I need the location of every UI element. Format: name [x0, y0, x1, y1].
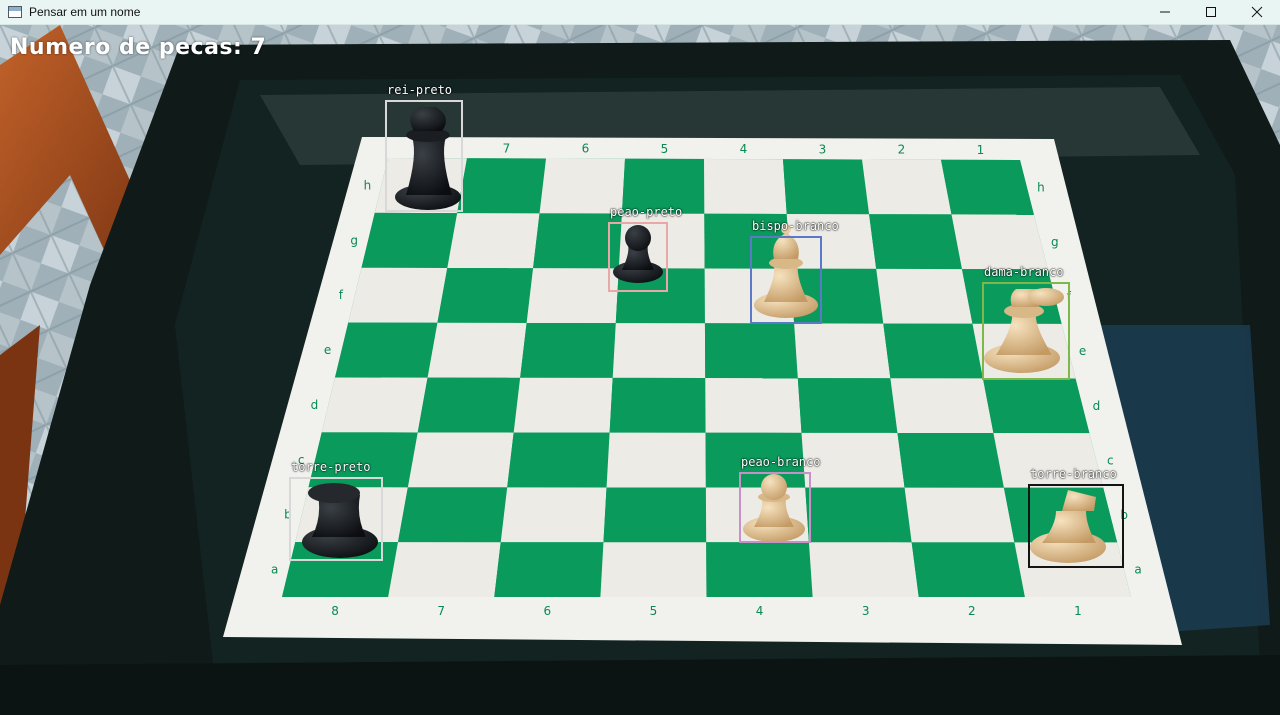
board-square	[500, 487, 607, 543]
board-square	[808, 542, 919, 597]
board-square	[612, 323, 706, 378]
detection-box-white-bishop	[750, 236, 822, 324]
board-square	[897, 432, 1004, 488]
detection-label-white-rook: torre-branco	[1030, 467, 1117, 481]
chess-board: 8765432187654321hgfedcbahgfedcba	[223, 137, 1182, 645]
board-square	[507, 432, 610, 488]
board-bottom-label: 3	[862, 604, 870, 618]
board-right-label: e	[1079, 344, 1086, 358]
piece-count-text: Numero de pecas: 7	[10, 35, 267, 60]
board-square	[706, 542, 813, 597]
board-right-label: a	[1134, 563, 1141, 577]
board-square	[704, 323, 798, 379]
board-top-label: 5	[661, 142, 669, 156]
board-square	[951, 214, 1048, 270]
minimize-button[interactable]	[1142, 0, 1188, 24]
detection-label-black-pawn: peao-preto	[610, 205, 683, 219]
board-top-label: 3	[819, 142, 827, 156]
board-bottom-label: 4	[756, 604, 764, 618]
detection-label-black-rook: torre-preto	[291, 460, 371, 474]
board-square	[883, 323, 983, 379]
title-bar[interactable]: Pensar em um nome	[0, 0, 1280, 25]
window-controls	[1142, 0, 1280, 24]
table-leg-bottom	[0, 655, 1280, 715]
board-square	[397, 487, 508, 543]
detection-box-white-rook	[1028, 484, 1124, 568]
board-square	[437, 267, 534, 323]
board-square	[427, 322, 527, 378]
board-bottom-label: 6	[543, 604, 551, 618]
window-title: Pensar em um nome	[29, 5, 141, 19]
board-square	[388, 542, 501, 597]
maximize-icon	[1206, 7, 1216, 17]
board-right-label: c	[1107, 453, 1114, 467]
board-bottom-label: 1	[1074, 604, 1082, 618]
board-square	[797, 378, 898, 433]
camera-view: 8765432187654321hgfedcbahgfedcba	[0, 25, 1280, 715]
board-square	[890, 378, 994, 434]
maximize-button[interactable]	[1188, 0, 1234, 24]
detection-box-black-rook	[289, 477, 383, 561]
board-top-label: 1	[977, 143, 985, 157]
board-left-label: a	[271, 563, 278, 577]
board-square	[805, 487, 912, 543]
board-top-label: 2	[898, 143, 906, 157]
detection-label-white-bishop: bispo-branco	[752, 219, 839, 233]
board-square	[407, 432, 514, 488]
detection-label-black-king: rei-preto	[387, 83, 453, 97]
board-square	[704, 159, 787, 214]
board-square	[417, 377, 521, 433]
board-square	[904, 487, 1015, 543]
board-right-label: g	[1051, 235, 1059, 249]
board-bottom-label: 7	[437, 604, 445, 618]
board-right-label: d	[1093, 399, 1101, 413]
board-square	[348, 267, 448, 323]
detection-box-white-pawn	[739, 472, 811, 543]
board-square	[941, 159, 1034, 215]
board-top-label: 7	[503, 141, 511, 155]
close-button[interactable]	[1234, 0, 1280, 24]
board-square	[526, 268, 619, 324]
board-square	[876, 268, 973, 324]
detection-box-black-king	[385, 100, 463, 212]
board-square	[457, 158, 546, 214]
close-icon	[1251, 6, 1263, 18]
board-square	[705, 378, 802, 433]
detection-box-white-queen	[982, 282, 1070, 380]
detection-box-black-pawn	[608, 222, 668, 292]
board-right-label: h	[1037, 180, 1045, 194]
board-left-label: g	[350, 233, 358, 247]
board-square	[606, 432, 706, 488]
board-square	[335, 322, 438, 378]
board-left-label: h	[364, 178, 372, 192]
app-window-icon	[8, 6, 22, 18]
board-left-label: d	[311, 398, 319, 412]
detection-label-white-pawn: peao-branco	[741, 455, 821, 469]
board-square	[447, 213, 540, 269]
board-square	[869, 214, 962, 270]
board-square	[600, 542, 707, 597]
board-square	[982, 378, 1090, 434]
app-window: Pensar em um nome 7 6 5 4 3 2 1 8 7 6 5 …	[0, 0, 1280, 715]
camera-frame: 8765432187654321hgfedcbahgfedcba	[0, 25, 1280, 715]
board-top-label: 6	[582, 142, 590, 156]
board-square	[911, 542, 1025, 597]
board-square	[603, 487, 707, 543]
board-square	[513, 377, 613, 433]
board-square	[794, 323, 891, 379]
board-top-label: 4	[740, 142, 748, 156]
board-bottom-label: 2	[968, 604, 976, 618]
board-square	[783, 159, 870, 215]
detection-label-white-queen: dama-branco	[984, 265, 1064, 279]
board-square	[361, 212, 458, 268]
board-square	[520, 322, 616, 378]
board-bottom-label: 5	[650, 604, 658, 618]
board-square	[862, 159, 952, 215]
board-left-label: e	[324, 343, 331, 357]
board-square	[609, 377, 706, 433]
board-bottom-label: 8	[331, 604, 339, 618]
board-square	[321, 377, 428, 433]
board-square	[494, 542, 604, 597]
minimize-icon	[1160, 11, 1170, 13]
